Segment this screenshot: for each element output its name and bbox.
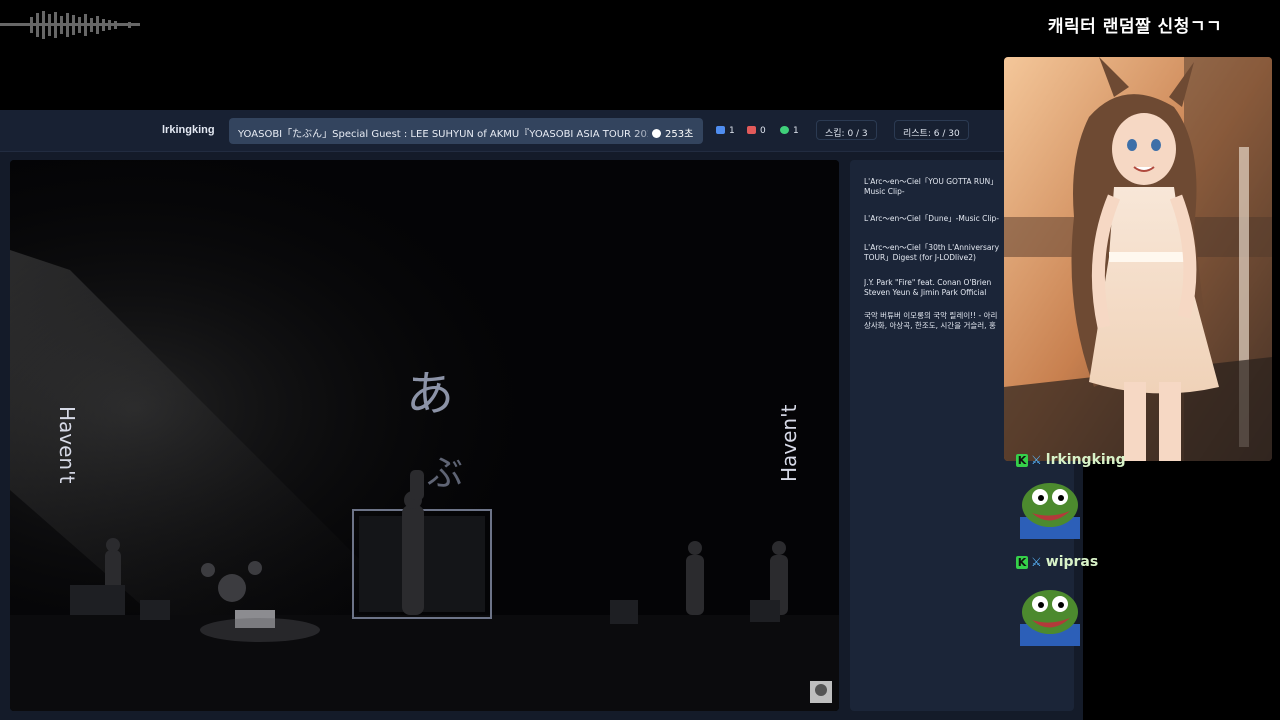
app-window: lrkingking YOASOBI「たぶん」Special Guest : L…: [0, 110, 1083, 720]
chat-username-text: lrkingking: [1045, 452, 1126, 468]
playlist-item-line1: J.Y. Park "Fire" feat. Conan O'Brien: [864, 278, 992, 287]
playlist-item-line1: L'Arc～en～Ciel「Dune」-Music Clip-: [864, 214, 999, 223]
top-bar: lrkingking YOASOBI「たぶん」Special Guest : L…: [0, 110, 1083, 152]
playlist-item[interactable]: L'Arc～en～Ciel「Dune」-Music Clip-: [864, 214, 1014, 224]
playlist-item-line1: L'Arc～en～Ciel「30th L'Anniversary: [864, 243, 1000, 252]
video-text-left: Haven't: [55, 406, 79, 484]
chat-username[interactable]: K ⚔ wipras: [1016, 554, 1098, 570]
pepe-emote-icon: [1020, 483, 1080, 539]
character-illustration: [1004, 57, 1272, 461]
playlist-item[interactable]: 국악 버튜버 이모롱의 국악 릴레이!! - 아리 상사화, 아상곡, 한조도,…: [864, 311, 1014, 331]
overlay-title: 캐릭터 랜덤짤 신청ㄱㄱ: [1047, 17, 1223, 37]
dislike-count: 0: [760, 126, 766, 136]
audio-waveform: [0, 11, 140, 39]
sword-badge-icon: ⚔: [1031, 555, 1042, 569]
view-counter: 1: [780, 126, 799, 136]
thumbs-down-icon: [747, 126, 756, 134]
character-art: [1004, 57, 1272, 461]
clock-icon: [652, 129, 661, 138]
svg-text:ぶ: ぶ: [427, 453, 463, 494]
chat-message: K ⚔ wipras: [1016, 554, 1098, 570]
like-count: 1: [729, 126, 735, 136]
playlist-item-line2: Steven Yeun & Jimin Park Official: [864, 288, 987, 297]
chat-username[interactable]: K ⚔ lrkingking: [1016, 452, 1126, 468]
playlist-item-line2: 상사화, 아상곡, 한조도, 시간을 거슬러, 홍: [864, 321, 996, 330]
list-counter[interactable]: 리스트: 6 / 30: [894, 120, 969, 140]
like-counter[interactable]: 1: [716, 126, 735, 136]
playlist-item-line2: Music Clip-: [864, 187, 905, 196]
playlist-item[interactable]: J.Y. Park "Fire" feat. Conan O'Brien Ste…: [864, 278, 1014, 298]
skip-counter[interactable]: 스킵: 0 / 3: [816, 120, 877, 140]
timer-value: 253초: [665, 129, 694, 140]
sword-badge-icon: ⚔: [1031, 453, 1042, 467]
playlist-item[interactable]: L'Arc～en～Ciel「YOU GOTTA RUN」 Music Clip-: [864, 177, 1014, 197]
playlist-item-line1: 국악 버튜버 이모롱의 국악 릴레이!! - 아리: [864, 311, 998, 320]
timer: 253초: [652, 125, 693, 140]
thumbs-up-icon: [716, 126, 725, 134]
user-name[interactable]: lrkingking: [162, 124, 215, 136]
playlist-item-line1: L'Arc～en～Ciel「YOU GOTTA RUN」: [864, 177, 998, 186]
chat-username-text: wipras: [1045, 554, 1099, 570]
video-player[interactable]: あ ぶ Haven't Haven't: [10, 160, 839, 711]
concert-scene: あ ぶ Haven't Haven't: [10, 160, 839, 711]
playlist-item[interactable]: L'Arc～en～Ciel「30th L'Anniversary TOUR」Di…: [864, 243, 1014, 263]
pepe-emote-icon: [1020, 590, 1080, 646]
now-playing-bar[interactable]: YOASOBI「たぶん」Special Guest : LEE SUHYUN o…: [229, 118, 703, 144]
kick-badge-icon: K: [1016, 556, 1028, 569]
kick-badge-icon: K: [1016, 454, 1028, 467]
svg-text:あ: あ: [406, 366, 454, 422]
video-text-right: Haven't: [777, 404, 801, 482]
chat-message: K ⚔ lrkingking: [1016, 452, 1126, 468]
dislike-counter[interactable]: 0: [747, 126, 766, 136]
view-count: 1: [793, 126, 799, 136]
playlist-item-line2: TOUR」Digest (for J-LODlive2): [864, 253, 976, 262]
eye-icon: [780, 126, 789, 134]
now-playing-title: YOASOBI「たぶん」Special Guest : LEE SUHYUN o…: [238, 129, 648, 140]
